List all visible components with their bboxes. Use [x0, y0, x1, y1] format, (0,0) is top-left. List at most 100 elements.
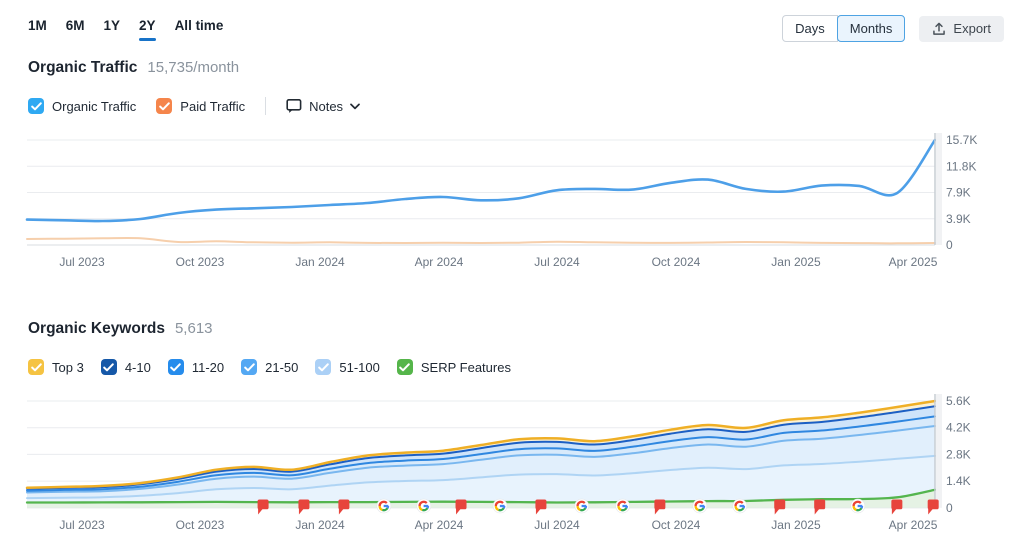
- google-update-marker[interactable]: [376, 498, 392, 514]
- legend-item-11-20[interactable]: 11-20: [167, 359, 225, 375]
- legend-label-paid-traffic: Paid Traffic: [180, 98, 246, 114]
- note-flag-marker[interactable]: [455, 499, 467, 515]
- legend-item-organic-traffic[interactable]: Organic Traffic: [28, 98, 136, 114]
- y-axis-label: 11.8K: [946, 159, 976, 173]
- notes-dropdown-button[interactable]: Notes: [286, 98, 360, 114]
- x-axis-label: Jul 2024: [534, 518, 580, 532]
- organic-traffic-value: 15,735/month: [147, 59, 240, 76]
- organic-keywords-chart[interactable]: 5.6K 4.2K 2.8K 1.4K 0 Jul 2023 Oct 2023 Jan 202…: [0, 388, 1015, 546]
- google-update-marker[interactable]: [574, 498, 590, 514]
- export-button[interactable]: Export: [919, 15, 1004, 42]
- traffic-legend: Organic Traffic Paid Traffic Notes: [28, 96, 360, 116]
- checkbox-51-100[interactable]: [315, 359, 332, 375]
- x-axis-label: Oct 2023: [176, 255, 225, 269]
- organic-traffic-chart[interactable]: 15.7K 11.8K 7.9K 3.9K 0 Jul 2023 Oct 2023 Jan 2…: [0, 125, 1015, 275]
- y-axis-label: 4.2K: [946, 421, 971, 435]
- notes-label: Notes: [309, 98, 344, 114]
- y-axis-label: 15.7K: [946, 133, 977, 147]
- checkbox-organic-traffic[interactable]: [28, 98, 44, 114]
- legend-item-paid-traffic[interactable]: Paid Traffic: [156, 98, 245, 114]
- organic-traffic-line[interactable]: [25, 138, 937, 223]
- days-toggle-button[interactable]: Days: [782, 15, 838, 42]
- tab-all-time[interactable]: All time: [175, 18, 224, 38]
- x-axis-label: Apr 2025: [889, 518, 938, 532]
- checkbox-top-3[interactable]: [28, 359, 44, 375]
- x-axis-label: Jan 2025: [771, 255, 821, 269]
- google-update-marker[interactable]: [850, 498, 866, 514]
- legend-item-4-10[interactable]: 4-10: [100, 359, 151, 375]
- notes-icon: [286, 98, 302, 114]
- x-axis-label: Jul 2024: [534, 255, 580, 269]
- note-flag-marker[interactable]: [298, 499, 310, 515]
- organic-keywords-header: Organic Keywords 5,613: [28, 320, 213, 338]
- note-flag-marker[interactable]: [654, 499, 666, 515]
- google-update-marker[interactable]: [732, 498, 748, 514]
- export-icon: [932, 22, 946, 36]
- legend-label-top-3: Top 3: [52, 359, 84, 375]
- x-axis-label: Jan 2024: [295, 518, 345, 532]
- y-axis-label: 5.6K: [946, 394, 971, 408]
- checkbox-4-10[interactable]: [100, 359, 117, 375]
- legend-item-top-3[interactable]: Top 3: [28, 359, 84, 375]
- x-axis-label: Apr 2024: [415, 518, 464, 532]
- date-range-tabs: 1M 6M 1Y 2Y All time: [28, 18, 224, 41]
- note-flag-marker[interactable]: [927, 499, 939, 515]
- chart-controls: Days Months Export: [782, 15, 1004, 42]
- checkbox-11-20[interactable]: [167, 359, 184, 375]
- note-flag-marker[interactable]: [535, 499, 547, 515]
- legend-item-21-50[interactable]: 21-50: [241, 359, 298, 375]
- keywords-legend: Top 3 4-10 11-20 21-50 51-100 SERP Features: [28, 357, 511, 377]
- tab-1y[interactable]: 1Y: [104, 18, 121, 38]
- organic-traffic-header: Organic Traffic 15,735/month: [28, 59, 239, 77]
- y-axis-label: 2.8K: [946, 447, 971, 461]
- legend-label-4-10: 4-10: [124, 359, 151, 375]
- y-axis-label: 7.9K: [946, 186, 971, 200]
- future-shade: [936, 133, 942, 245]
- legend-divider: [265, 97, 267, 115]
- note-flag-marker[interactable]: [814, 499, 826, 515]
- future-shade: [936, 394, 942, 508]
- checkbox-paid-traffic[interactable]: [156, 98, 173, 114]
- legend-item-serp-features[interactable]: SERP Features: [396, 359, 511, 375]
- legend-label-organic-traffic: Organic Traffic: [52, 98, 137, 114]
- y-axis-label: 0: [946, 501, 953, 515]
- google-update-marker[interactable]: [692, 498, 708, 514]
- note-flag-marker[interactable]: [891, 499, 903, 515]
- x-axis-label: Oct 2024: [652, 518, 701, 532]
- chevron-down-icon: [350, 103, 360, 110]
- export-label: Export: [953, 20, 991, 36]
- x-axis-label: Apr 2025: [889, 255, 938, 269]
- paid-traffic-line[interactable]: [26, 237, 936, 245]
- y-axis-label: 0: [946, 238, 953, 252]
- organic-keywords-title: Organic Keywords: [28, 320, 165, 337]
- note-flag-marker[interactable]: [338, 499, 350, 515]
- legend-label-serp-features: SERP Features: [420, 359, 511, 375]
- note-flag-marker[interactable]: [257, 499, 269, 515]
- organic-keywords-value: 5,613: [174, 320, 213, 337]
- legend-label-21-50: 21-50: [265, 359, 299, 375]
- x-axis-label: Oct 2024: [652, 255, 701, 269]
- legend-label-51-100: 51-100: [339, 359, 380, 375]
- months-toggle-button[interactable]: Months: [836, 15, 906, 42]
- organic-traffic-title: Organic Traffic: [28, 59, 138, 76]
- tab-6m[interactable]: 6M: [66, 18, 85, 38]
- x-axis-label: Jan 2025: [771, 518, 821, 532]
- legend-item-51-100[interactable]: 51-100: [315, 359, 380, 375]
- google-update-marker[interactable]: [492, 498, 508, 514]
- x-axis-label: Jul 2023: [59, 518, 105, 532]
- y-axis-label: 3.9K: [946, 212, 971, 226]
- tab-2y[interactable]: 2Y: [139, 18, 156, 41]
- note-flag-marker[interactable]: [774, 499, 786, 515]
- x-axis-label: Oct 2023: [176, 518, 225, 532]
- checkbox-21-50[interactable]: [241, 359, 258, 375]
- x-axis-label: Apr 2024: [415, 255, 464, 269]
- google-update-marker[interactable]: [615, 498, 630, 514]
- legend-label-11-20: 11-20: [191, 359, 225, 375]
- x-axis-label: Jul 2023: [59, 255, 105, 269]
- tab-1m[interactable]: 1M: [28, 18, 47, 38]
- google-update-marker[interactable]: [416, 498, 432, 514]
- granularity-toggle: Days Months: [782, 15, 906, 42]
- y-axis-label: 1.4K: [946, 474, 971, 488]
- checkbox-serp-features[interactable]: [396, 359, 413, 375]
- x-axis-label: Jan 2024: [295, 255, 345, 269]
